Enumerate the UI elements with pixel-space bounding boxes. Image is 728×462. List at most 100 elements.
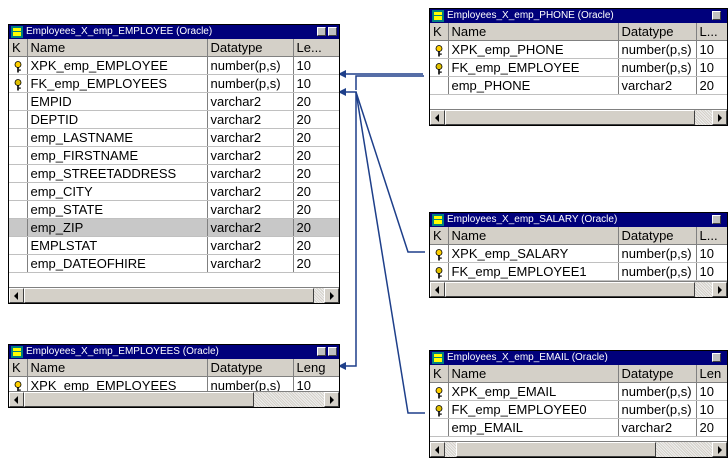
name-cell[interactable]: emp_EMAIL	[448, 418, 619, 437]
help-button[interactable]	[712, 353, 721, 362]
minimize-button[interactable]	[328, 27, 337, 36]
name-cell[interactable]: FK_emp_EMPLOYEES	[27, 74, 208, 93]
horizontal-scrollbar[interactable]	[430, 281, 727, 297]
length-cell[interactable]: 20	[696, 418, 727, 437]
length-cell[interactable]: 20	[293, 164, 339, 183]
horizontal-scrollbar[interactable]	[9, 287, 339, 303]
scroll-thumb[interactable]	[456, 442, 656, 457]
length-cell[interactable]: 20	[293, 200, 339, 219]
scroll-thumb[interactable]	[24, 288, 314, 303]
name-cell[interactable]: XPK_emp_EMPLOYEE	[27, 56, 208, 75]
title-bar[interactable]: Employees_X_emp_EMAIL (Oracle)	[430, 351, 727, 365]
length-cell[interactable]: 20	[696, 76, 727, 95]
datatype-cell[interactable]: number(p,s)	[618, 400, 697, 419]
title-bar[interactable]: Employees_X_emp_EMPLOYEE (Oracle)	[9, 25, 339, 39]
table-row[interactable]: XPK_emp_EMPLOYEE number(p,s) 10	[9, 56, 339, 75]
header-length[interactable]: Le...	[293, 39, 339, 57]
header-datatype[interactable]: Datatype	[207, 39, 294, 57]
datatype-cell[interactable]: number(p,s)	[618, 262, 697, 281]
employee-table-window[interactable]: Employees_X_emp_EMPLOYEE (Oracle) K Name D…	[8, 24, 340, 304]
length-cell[interactable]: 10	[696, 400, 727, 419]
length-cell[interactable]: 10	[696, 58, 727, 77]
header-length[interactable]: L...	[696, 23, 727, 41]
length-cell[interactable]: 20	[293, 182, 339, 201]
name-cell[interactable]: emp_STREETADDRESS	[27, 164, 208, 183]
datatype-cell[interactable]: varchar2	[207, 182, 294, 201]
scroll-left-button[interactable]	[430, 110, 445, 125]
name-cell[interactable]: FK_emp_EMPLOYEE	[448, 58, 619, 77]
horizontal-scrollbar[interactable]	[9, 391, 339, 407]
length-cell[interactable]: 10	[696, 262, 727, 281]
name-cell[interactable]: EMPLSTAT	[27, 236, 208, 255]
name-cell[interactable]: emp_FIRSTNAME	[27, 146, 208, 165]
length-cell[interactable]: 20	[293, 92, 339, 111]
length-cell[interactable]: 20	[293, 218, 339, 237]
scroll-left-button[interactable]	[430, 442, 445, 457]
phone-table-window[interactable]: Employees_X_emp_PHONE (Oracle) K Name Data…	[429, 8, 728, 126]
header-key[interactable]: K	[430, 227, 449, 245]
header-datatype[interactable]: Datatype	[618, 23, 697, 41]
help-button[interactable]	[317, 27, 326, 36]
header-length[interactable]: Leng	[293, 359, 339, 377]
length-cell[interactable]: 20	[293, 146, 339, 165]
name-cell[interactable]: EMPID	[27, 92, 208, 111]
name-cell[interactable]: DEPTID	[27, 110, 208, 129]
table-row[interactable]: DEPTID varchar2 20	[9, 110, 339, 129]
minimize-button[interactable]	[328, 347, 337, 356]
header-name[interactable]: Name	[448, 23, 619, 41]
scroll-thumb[interactable]	[445, 110, 695, 125]
table-row[interactable]: emp_LASTNAME varchar2 20	[9, 128, 339, 147]
datatype-cell[interactable]: varchar2	[207, 92, 294, 111]
table-row[interactable]: emp_ZIP varchar2 20	[9, 218, 339, 237]
datatype-cell[interactable]: number(p,s)	[207, 56, 294, 75]
header-datatype[interactable]: Datatype	[618, 227, 697, 245]
title-bar[interactable]: Employees_X_emp_PHONE (Oracle)	[430, 9, 727, 23]
datatype-cell[interactable]: number(p,s)	[618, 382, 697, 401]
length-cell[interactable]: 20	[293, 236, 339, 255]
datatype-cell[interactable]: varchar2	[618, 418, 697, 437]
header-datatype[interactable]: Datatype	[207, 359, 294, 377]
datatype-cell[interactable]: varchar2	[207, 254, 294, 273]
datatype-cell[interactable]: varchar2	[618, 76, 697, 95]
title-bar[interactable]: Employees_X_emp_SALARY (Oracle)	[430, 213, 727, 227]
name-cell[interactable]: XPK_emp_EMAIL	[448, 382, 619, 401]
datatype-cell[interactable]: varchar2	[207, 164, 294, 183]
datatype-cell[interactable]: varchar2	[207, 128, 294, 147]
scroll-right-button[interactable]	[712, 110, 727, 125]
length-cell[interactable]: 20	[293, 128, 339, 147]
table-row[interactable]: EMPID varchar2 20	[9, 92, 339, 111]
name-cell[interactable]: emp_LASTNAME	[27, 128, 208, 147]
scroll-thumb[interactable]	[445, 282, 695, 297]
table-row[interactable]: emp_EMAIL varchar2 20	[430, 418, 727, 437]
datatype-cell[interactable]: number(p,s)	[618, 40, 697, 59]
datatype-cell[interactable]: varchar2	[207, 200, 294, 219]
name-cell[interactable]: emp_DATEOFHIRE	[27, 254, 208, 273]
length-cell[interactable]: 10	[696, 40, 727, 59]
scroll-right-button[interactable]	[324, 288, 339, 303]
length-cell[interactable]: 10	[293, 56, 339, 75]
table-row[interactable]: XPK_emp_EMAIL number(p,s) 10	[430, 382, 727, 401]
table-row[interactable]: emp_STREETADDRESS varchar2 20	[9, 164, 339, 183]
header-key[interactable]: K	[430, 365, 449, 383]
employees-table-window[interactable]: Employees_X_emp_EMPLOYEES (Oracle) K Name…	[8, 344, 340, 408]
title-bar[interactable]: Employees_X_emp_EMPLOYEES (Oracle)	[9, 345, 339, 359]
table-row[interactable]: emp_STATE varchar2 20	[9, 200, 339, 219]
name-cell[interactable]: emp_STATE	[27, 200, 208, 219]
length-cell[interactable]: 10	[696, 244, 727, 263]
datatype-cell[interactable]: varchar2	[207, 236, 294, 255]
table-row[interactable]: emp_CITY varchar2 20	[9, 182, 339, 201]
table-row[interactable]: FK_emp_EMPLOYEE1 number(p,s) 10	[430, 262, 727, 281]
header-name[interactable]: Name	[448, 365, 619, 383]
datatype-cell[interactable]: varchar2	[207, 146, 294, 165]
header-name[interactable]: Name	[448, 227, 619, 245]
help-button[interactable]	[712, 11, 721, 20]
datatype-cell[interactable]: varchar2	[207, 110, 294, 129]
scroll-right-button[interactable]	[712, 282, 727, 297]
email-table-window[interactable]: Employees_X_emp_EMAIL (Oracle) K Name Data…	[429, 350, 728, 458]
scroll-left-button[interactable]	[9, 288, 24, 303]
table-row[interactable]: emp_FIRSTNAME varchar2 20	[9, 146, 339, 165]
length-cell[interactable]: 20	[293, 254, 339, 273]
table-row[interactable]: emp_DATEOFHIRE varchar2 20	[9, 254, 339, 273]
table-row[interactable]: FK_emp_EMPLOYEE number(p,s) 10	[430, 58, 727, 77]
salary-table-window[interactable]: Employees_X_emp_SALARY (Oracle) K Name Dat…	[429, 212, 728, 298]
